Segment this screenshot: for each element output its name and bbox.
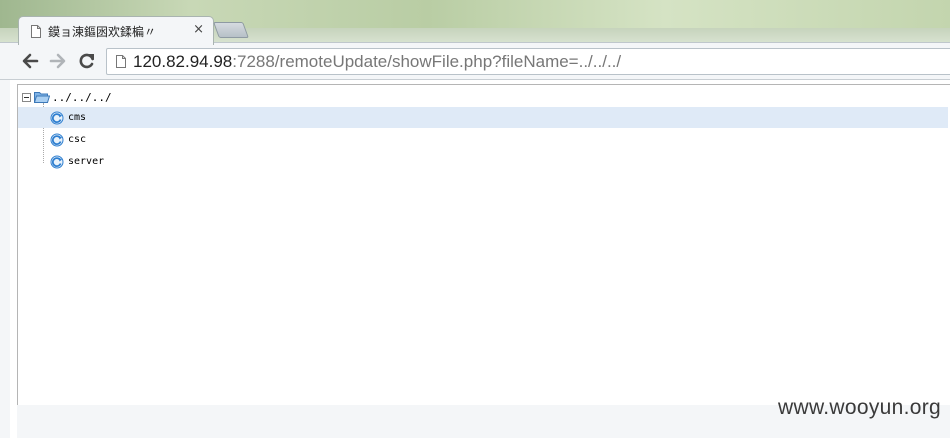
forward-arrow-icon[interactable] (48, 51, 68, 71)
reload-icon[interactable] (77, 51, 97, 71)
url-host: 120.82.94.98 (133, 52, 233, 71)
browser-tab[interactable]: 鏌ョ湅鏂囦欢鍒楄〃 × (18, 16, 214, 45)
url-path: :7288/remoteUpdate/showFile.php?fileName… (232, 52, 622, 71)
collapse-toggle-icon[interactable] (22, 92, 31, 102)
tree-item-cms[interactable]: cms (18, 107, 948, 128)
tree-item-label: server (68, 156, 105, 167)
address-bar[interactable]: 120.82.94.98:7288/remoteUpdate/showFile.… (106, 48, 950, 75)
tree-root-label: ../../../ (52, 90, 112, 104)
new-tab-button[interactable] (213, 22, 249, 38)
tree-item-csc[interactable]: csc (18, 129, 948, 150)
refresh-node-icon (50, 133, 64, 146)
page-icon (31, 24, 41, 38)
refresh-node-icon (50, 155, 64, 168)
folder-open-icon (34, 92, 50, 103)
tab-close-icon[interactable]: × (193, 23, 204, 37)
tree-item-label: csc (68, 134, 87, 145)
page-icon (116, 55, 126, 68)
url-text[interactable]: 120.82.94.98:7288/remoteUpdate/showFile.… (133, 52, 621, 72)
refresh-node-icon (50, 111, 64, 124)
watermark: www.wooyun.org (778, 396, 941, 419)
tree-item-server[interactable]: server (18, 151, 948, 172)
tab-title: 鏌ョ湅鏂囦欢鍒楄〃 (48, 24, 157, 39)
window-edge (0, 78, 10, 438)
file-tree-panel: ../../../ cms csc server (17, 84, 950, 406)
tree-item-label: cms (68, 112, 87, 123)
back-arrow-icon[interactable] (20, 51, 40, 71)
tree-root[interactable]: ../../../ (22, 89, 112, 105)
toolbar: 120.82.94.98:7288/remoteUpdate/showFile.… (0, 42, 950, 80)
